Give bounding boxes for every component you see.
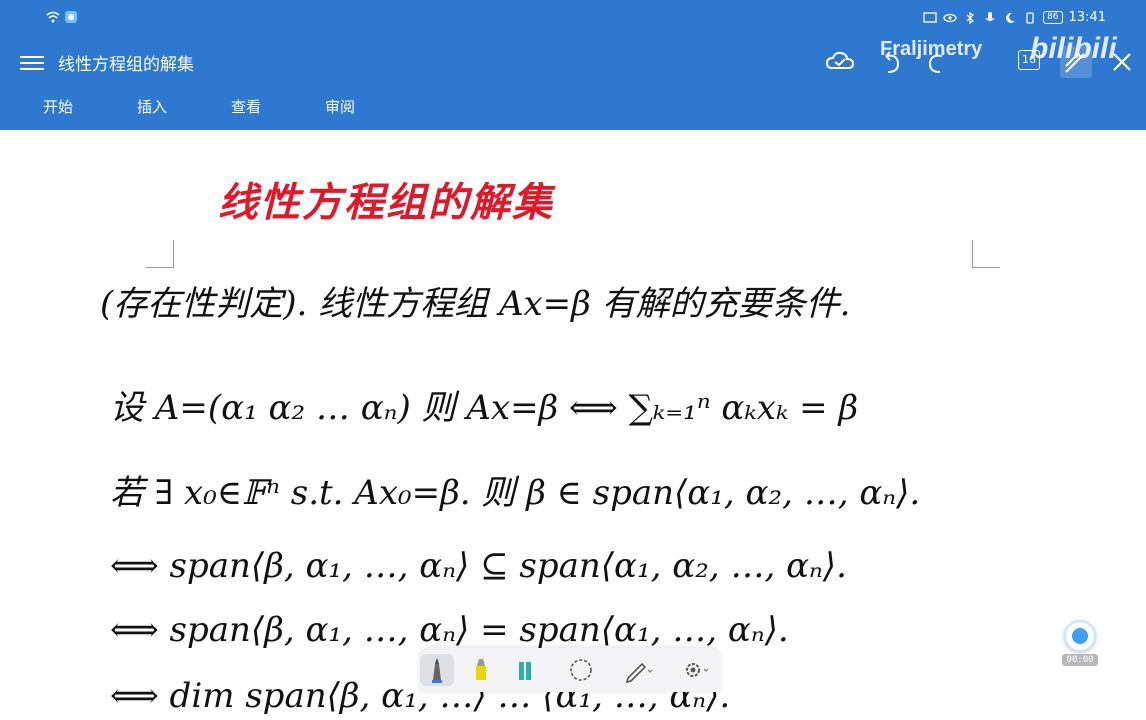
page-corner-mark — [146, 240, 174, 268]
tab-view[interactable]: 查看 — [231, 96, 261, 117]
status-bar: 86 13:41 — [0, 0, 1146, 38]
handwritten-title: 线性方程组的解集 — [218, 179, 554, 226]
moon-icon — [1006, 12, 1016, 23]
handwritten-line: 若 ∃ x₀∈𝔽ⁿ s.t. Ax₀=β. 则 β ∈ span⟨α₁, α₂,… — [110, 473, 921, 513]
handwritten-line: ⟺ span⟨β, α₁, …, αₙ⟩ = span⟨α₁, …, αₙ⟩. — [110, 610, 789, 650]
page-corner-mark — [972, 240, 1000, 268]
marker-icon[interactable] — [508, 654, 542, 686]
tab-insert[interactable]: 插入 — [137, 96, 167, 117]
vibrate-icon — [1026, 11, 1034, 24]
ribbon-tabs: 开始 插入 查看 审阅 — [0, 96, 420, 124]
handwritten-line: ⟺ span⟨β, α₁, …, αₙ⟩ ⊆ span⟨α₁, α₂, …, α… — [110, 546, 847, 586]
battery-indicator: 86 — [1043, 11, 1063, 24]
status-left — [46, 10, 78, 24]
lasso-select-icon[interactable] — [564, 654, 598, 686]
app-bar: 线性方程组的解集 开始 插入 查看 审阅 Fraljimetry 16 bili… — [0, 32, 1146, 130]
settings-gear-icon[interactable] — [678, 654, 712, 686]
cloud-sync-icon[interactable] — [822, 44, 858, 80]
ballpoint-pen-icon[interactable] — [420, 654, 454, 686]
app-notification-icon — [65, 11, 77, 23]
status-time: 13:41 — [1068, 10, 1106, 25]
status-right: 86 13:41 — [923, 10, 1106, 25]
record-icon[interactable] — [1064, 620, 1096, 652]
app-root: 86 13:41 线性方程组的解集 开始 插入 查看 审阅 Fraljimetr… — [0, 0, 1146, 720]
screen-record-widget[interactable]: 00:00 — [1062, 620, 1098, 670]
menu-icon[interactable] — [20, 52, 44, 72]
mic-icon — [985, 11, 995, 21]
bluetooth-icon — [966, 11, 975, 24]
eye-icon — [943, 13, 957, 22]
cast-icon — [923, 11, 937, 23]
document-title: 线性方程组的解集 — [58, 55, 194, 75]
tab-review[interactable]: 审阅 — [325, 96, 355, 117]
close-icon[interactable] — [1104, 44, 1140, 80]
handwritten-line: 设 A=(α₁ α₂ … αₙ) 则 Ax=β ⟺ ∑ₖ₌₁ⁿ αₖxₖ = β — [110, 388, 859, 428]
wifi-icon — [46, 11, 60, 23]
tab-home[interactable]: 开始 — [43, 96, 73, 117]
highlighter-icon[interactable] — [464, 654, 498, 686]
pen-toolbar — [420, 648, 720, 692]
record-time: 00:00 — [1062, 654, 1098, 666]
document-canvas[interactable]: 线性方程组的解集 (存在性判定). 线性方程组 Ax=β 有解的充要条件. 设 … — [0, 130, 1146, 720]
handwritten-line: (存在性判定). 线性方程组 Ax=β 有解的充要条件. — [100, 284, 851, 324]
edit-pen-icon[interactable] — [620, 654, 654, 686]
watermark-text: Fraljimetry — [880, 38, 983, 60]
